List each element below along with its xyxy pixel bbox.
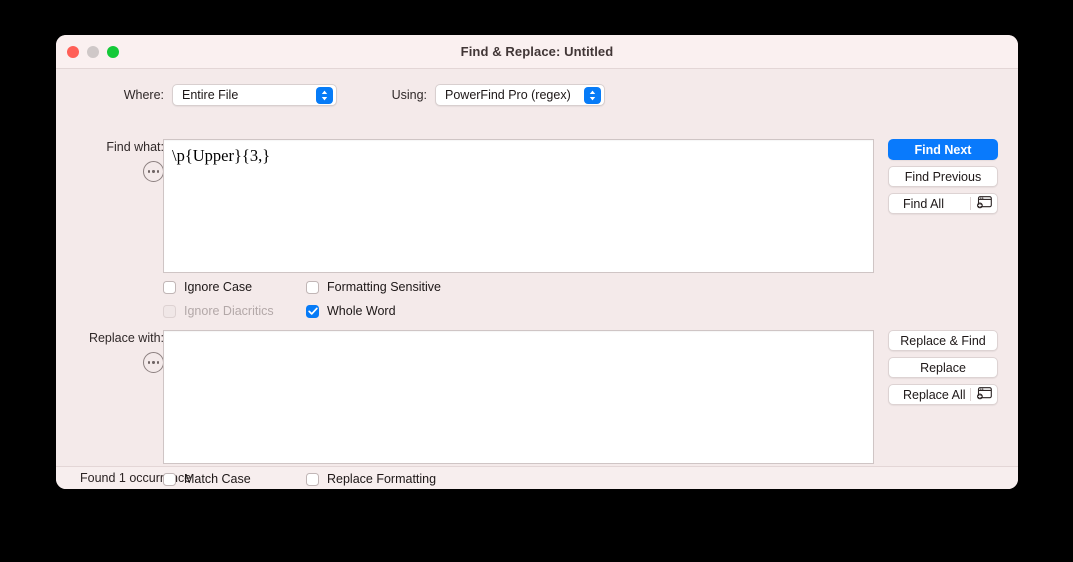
replace-and-find-label: Replace & Find — [900, 334, 985, 348]
checkbox-match-case-box — [163, 473, 176, 486]
new-window-icon — [976, 387, 992, 403]
replace-all-button[interactable]: Replace All — [888, 384, 998, 405]
find-previous-label: Find Previous — [905, 170, 981, 184]
checkbox-formatting-sensitive[interactable]: Formatting Sensitive — [306, 281, 441, 294]
replace-label-column: Replace with: — [56, 331, 172, 373]
where-dropdown-value: Entire File — [182, 88, 238, 102]
find-next-label: Find Next — [915, 143, 972, 157]
find-label-column: Find what: — [56, 140, 172, 182]
chevron-updown-icon — [316, 87, 333, 104]
checkbox-replace-formatting[interactable]: Replace Formatting — [306, 473, 436, 486]
find-button-group: Find Next Find Previous Find All — [888, 139, 998, 214]
chevron-updown-icon — [584, 87, 601, 104]
replace-all-label: Replace All — [903, 388, 966, 402]
using-dropdown[interactable]: PowerFind Pro (regex) — [435, 84, 605, 106]
find-options-row-1: Ignore Case Formatting Sensitive — [163, 281, 441, 294]
checkbox-ignore-case[interactable]: Ignore Case — [163, 281, 306, 294]
where-dropdown[interactable]: Entire File — [172, 84, 337, 106]
more-options-icon[interactable] — [143, 161, 164, 182]
checkbox-formatting-sensitive-box — [306, 281, 319, 294]
minimize-button[interactable] — [87, 46, 99, 58]
checkbox-ignore-diacritics: Ignore Diacritics — [163, 305, 306, 318]
find-next-button[interactable]: Find Next — [888, 139, 998, 160]
find-what-input[interactable]: \p{Upper}{3,} — [163, 139, 874, 273]
find-what-label: Find what: — [56, 140, 164, 154]
replace-with-value — [164, 331, 873, 343]
checkbox-whole-word[interactable]: Whole Word — [306, 305, 396, 318]
replace-button[interactable]: Replace — [888, 357, 998, 378]
traffic-lights — [67, 46, 119, 58]
using-dropdown-value: PowerFind Pro (regex) — [445, 88, 571, 102]
checkbox-replace-formatting-label: Replace Formatting — [327, 473, 436, 486]
checkbox-formatting-sensitive-label: Formatting Sensitive — [327, 281, 441, 294]
replace-label: Replace — [920, 361, 966, 375]
more-options-icon[interactable] — [143, 352, 164, 373]
checkbox-replace-formatting-box — [306, 473, 319, 486]
find-options-row-2: Ignore Diacritics Whole Word — [163, 305, 396, 318]
find-previous-button[interactable]: Find Previous — [888, 166, 998, 187]
checkbox-whole-word-label: Whole Word — [327, 305, 396, 318]
checkbox-ignore-case-box — [163, 281, 176, 294]
button-divider — [970, 388, 971, 401]
title-bar: Find & Replace: Untitled — [56, 35, 1018, 69]
dialog-body: Where: Entire File Using: PowerFind Pro … — [56, 69, 1018, 466]
replace-with-label: Replace with: — [56, 331, 164, 345]
find-replace-window: Find & Replace: Untitled Where: Entire F… — [56, 35, 1018, 489]
window-title: Find & Replace: Untitled — [461, 44, 614, 59]
where-label: Where: — [56, 88, 172, 102]
using-label: Using: — [337, 88, 435, 102]
button-divider — [970, 197, 971, 210]
find-all-button[interactable]: Find All — [888, 193, 998, 214]
checkbox-match-case-label: Match Case — [184, 473, 251, 486]
checkbox-ignore-diacritics-label: Ignore Diacritics — [184, 305, 274, 318]
find-all-label: Find All — [903, 197, 944, 211]
checkbox-ignore-diacritics-box — [163, 305, 176, 318]
scope-row: Where: Entire File Using: PowerFind Pro … — [56, 83, 605, 107]
new-window-icon — [976, 196, 992, 212]
zoom-button[interactable] — [107, 46, 119, 58]
replace-button-group: Replace & Find Replace Replace All — [888, 330, 998, 405]
checkbox-whole-word-box — [306, 305, 319, 318]
checkbox-match-case[interactable]: Match Case — [163, 473, 306, 486]
replace-options-row: Match Case Replace Formatting — [163, 473, 436, 486]
find-what-value: \p{Upper}{3,} — [164, 140, 873, 173]
close-button[interactable] — [67, 46, 79, 58]
checkbox-ignore-case-label: Ignore Case — [184, 281, 252, 294]
replace-with-input[interactable] — [163, 330, 874, 464]
replace-and-find-button[interactable]: Replace & Find — [888, 330, 998, 351]
